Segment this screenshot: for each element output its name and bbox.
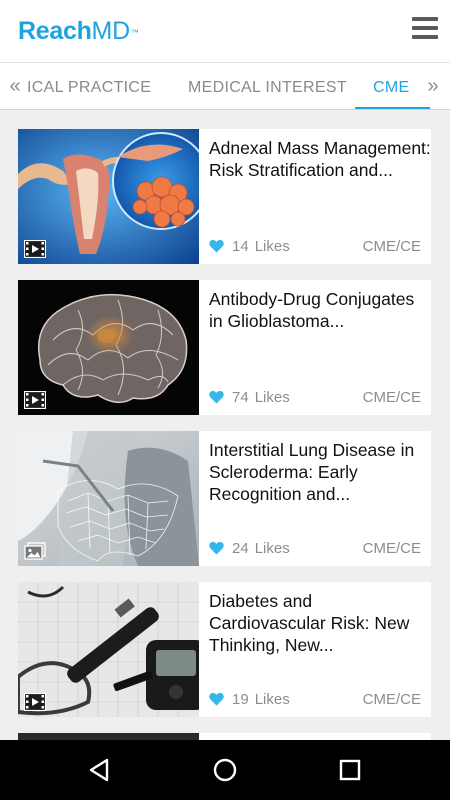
active-tab-indicator [355,107,430,109]
heart-icon[interactable] [209,390,224,404]
article-card-partial[interactable] [18,733,431,740]
logo-trademark: ™ [130,28,139,37]
hamburger-menu-icon[interactable] [412,17,438,43]
likes-count[interactable]: 14 Likes [209,238,290,255]
tabs-scroll-right-icon[interactable]: » [423,63,443,109]
likes-label: Likes [254,238,290,255]
tab-cme[interactable]: CME [373,63,409,109]
video-icon [24,240,46,258]
article-card[interactable]: Antibody-Drug Conjugates in Glioblastoma… [18,280,431,415]
video-icon [24,391,46,409]
article-thumbnail-brain [18,280,199,415]
article-card[interactable]: Diabetes and Cardiovascular Risk: New Th… [18,582,431,717]
tab-clinical-practice[interactable]: ICAL PRACTICE [27,63,157,109]
app-header: ReachMD™ [0,0,450,62]
content-type-tag: CME/CE [362,389,421,406]
back-icon[interactable] [85,755,115,785]
article-thumbnail-lungs [18,431,199,566]
content-type-tag: CME/CE [362,238,421,255]
category-tabs: « ICAL PRACTICE MEDICAL INTEREST CME » [0,62,450,110]
article-thumbnail-glucose-meter [18,582,199,717]
content-type-tag: CME/CE [362,540,421,557]
heart-icon[interactable] [209,692,224,706]
reachmd-logo[interactable]: ReachMD™ [18,16,139,46]
likes-label: Likes [254,691,290,708]
likes-count[interactable]: 19 Likes [209,691,290,708]
gallery-icon [24,542,46,560]
system-navigation-bar [0,740,450,800]
article-card[interactable]: Adnexal Mass Management: Risk Stratifica… [18,129,431,264]
article-title[interactable]: Diabetes and Cardiovascular Risk: New Th… [209,590,431,656]
likes-label: Likes [254,540,290,557]
likes-number: 24 [232,540,249,557]
article-thumbnail-partial [18,733,199,740]
content-type-tag: CME/CE [362,691,421,708]
likes-count[interactable]: 74 Likes [209,389,290,406]
likes-number: 74 [232,389,249,406]
likes-count[interactable]: 24 Likes [209,540,290,557]
home-icon[interactable] [210,755,240,785]
likes-label: Likes [254,389,290,406]
likes-number: 19 [232,691,249,708]
recents-icon[interactable] [335,755,365,785]
logo-md: MD [91,17,131,45]
tab-medical-interest[interactable]: MEDICAL INTEREST [188,63,347,109]
tab-clinical-practice-label: ICAL PRACTICE [27,79,152,96]
tabs-scroll-left-icon[interactable]: « [5,63,25,109]
likes-number: 14 [232,238,249,255]
heart-icon[interactable] [209,541,224,555]
heart-icon[interactable] [209,239,224,253]
article-thumbnail-uterus [18,129,199,264]
article-title[interactable]: Adnexal Mass Management: Risk Stratifica… [209,137,431,181]
logo-reach: Reach [18,17,92,45]
article-title[interactable]: Interstitial Lung Disease in Scleroderma… [209,439,431,505]
article-title[interactable]: Antibody-Drug Conjugates in Glioblastoma… [209,288,431,332]
video-icon [24,693,46,711]
article-card[interactable]: Interstitial Lung Disease in Scleroderma… [18,431,431,566]
